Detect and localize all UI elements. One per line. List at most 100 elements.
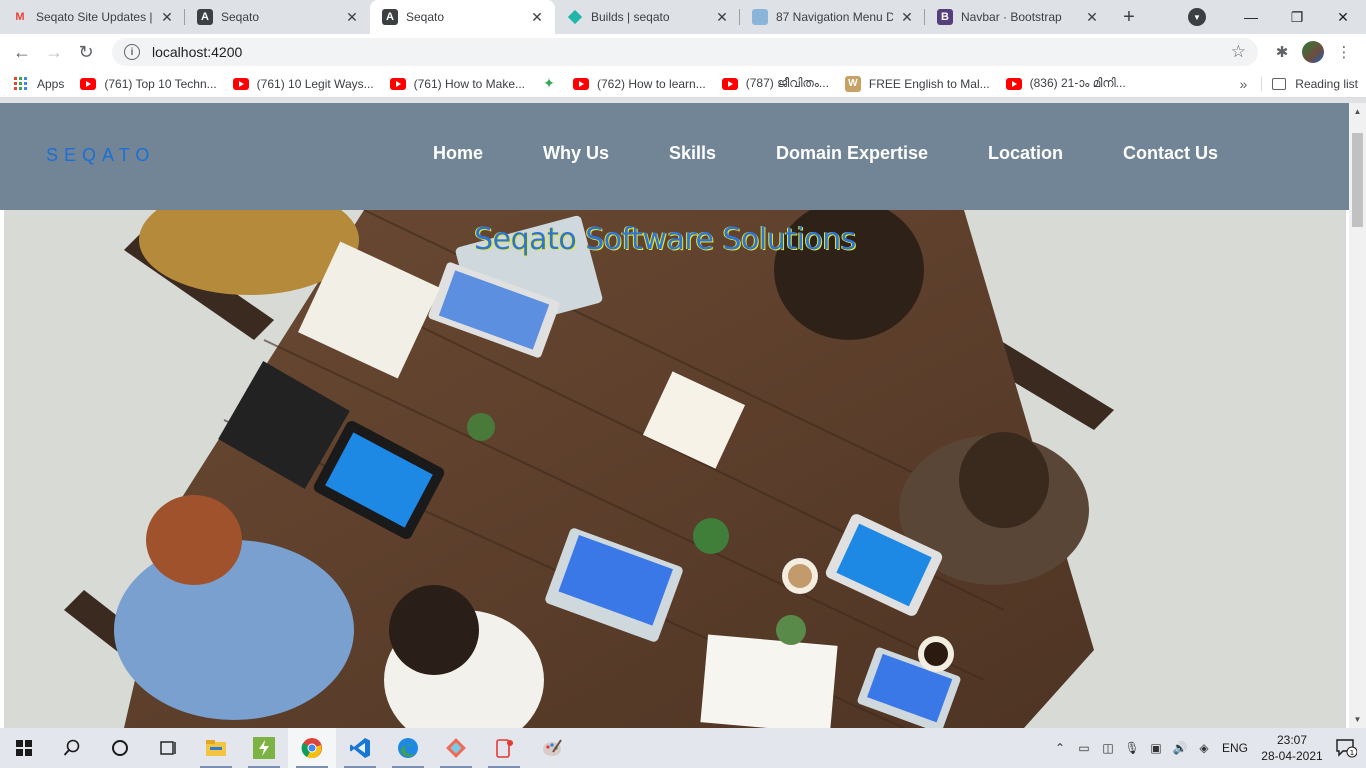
chevron-up-icon[interactable]: ⌃	[1048, 728, 1072, 768]
clock[interactable]: 23:07 28-04-2021	[1258, 732, 1326, 764]
clock-time: 23:07	[1276, 733, 1308, 747]
cortana-icon[interactable]	[96, 728, 144, 768]
bookmark-apps[interactable]: Apps	[14, 76, 64, 91]
clock-date: 28-04-2021	[1261, 749, 1323, 763]
bookmark-label: (762) How to learn...	[597, 76, 706, 91]
tab-gmail[interactable]: M Seqato Site Updates | .. ✕	[0, 0, 185, 34]
bookmark-item[interactable]: (761) Top 10 Techn...	[80, 77, 217, 91]
close-icon[interactable]: ✕	[344, 9, 360, 25]
bookmark-item[interactable]: (761) How to Make...	[389, 76, 525, 91]
nav-link-domain-expertise[interactable]: Domain Expertise	[776, 143, 928, 164]
tab-title: Navbar · Bootstrap	[961, 10, 1062, 24]
scroll-up-icon[interactable]: ▲	[1349, 103, 1366, 120]
youtube-icon	[232, 77, 249, 90]
bookmark-label: (761) 10 Legit Ways...	[256, 76, 374, 91]
back-button[interactable]: ←	[8, 38, 36, 66]
tab-strip: M Seqato Site Updates | .. ✕ A Seqato ✕ …	[0, 0, 1366, 34]
angular-icon: A	[197, 9, 213, 25]
dropbox-icon[interactable]: ◈	[1192, 728, 1216, 768]
app-green-icon[interactable]	[240, 728, 288, 768]
address-bar[interactable]: i localhost:4200 ☆	[112, 38, 1258, 66]
reading-list-button[interactable]: Reading list	[1261, 76, 1358, 91]
vscode-icon[interactable]	[336, 728, 384, 768]
tab-title: Builds | seqato	[591, 10, 670, 24]
brand-logo[interactable]: SEQATO	[46, 145, 155, 166]
tab-title: Seqato Site Updates | ..	[36, 10, 153, 24]
paint-icon[interactable]	[528, 728, 576, 768]
close-icon[interactable]: ✕	[1084, 9, 1100, 25]
search-icon[interactable]	[48, 728, 96, 768]
hero-image	[4, 210, 1346, 728]
diamond-icon	[567, 9, 583, 25]
edge-icon[interactable]	[384, 728, 432, 768]
nav-link-skills[interactable]: Skills	[669, 143, 716, 164]
menu-icon[interactable]: ⋮	[1330, 38, 1358, 66]
page-viewport: SEQATO Home Why Us Skills Domain Experti…	[0, 103, 1366, 728]
close-icon[interactable]: ✕	[159, 9, 175, 25]
file-explorer-icon[interactable]	[192, 728, 240, 768]
bookmark-item[interactable]: (787) ജീവിതം...	[721, 76, 829, 91]
w-icon: W	[844, 75, 861, 92]
url-text[interactable]: localhost:4200	[152, 44, 1231, 60]
youtube-icon	[573, 77, 589, 90]
close-icon[interactable]: ✕	[529, 9, 545, 25]
windows-taskbar: ⌃ ▭ ◫ 🎙 ▣ 🔊 ◈ ENG 23:07 28-04-2021 1	[0, 728, 1366, 768]
nav-link-why-us[interactable]: Why Us	[543, 143, 609, 164]
browser-toolbar: ← → ↻ i localhost:4200 ☆ ✱ ⋮	[0, 34, 1366, 70]
tab-builds[interactable]: Builds | seqato ✕	[555, 0, 740, 34]
tab-seqato-1[interactable]: A Seqato ✕	[185, 0, 370, 34]
bookmark-item[interactable]: (761) 10 Legit Ways...	[232, 76, 374, 91]
profile-avatar[interactable]	[1302, 41, 1324, 63]
tab-title: Seqato	[406, 10, 445, 24]
bookmark-item[interactable]: ✦	[541, 75, 557, 92]
youtube-icon	[721, 77, 738, 90]
forward-button[interactable]: →	[40, 38, 68, 66]
window-controls: ▼ — ❐ ✕	[1188, 0, 1366, 34]
extensions-icon[interactable]: ✱	[1268, 38, 1296, 66]
reading-list-icon	[1272, 77, 1287, 90]
meet-now-icon[interactable]: ◫	[1096, 728, 1120, 768]
bookmark-item[interactable]: (762) How to learn...	[573, 77, 706, 91]
tab-seqato-active[interactable]: A Seqato ✕	[370, 0, 555, 34]
task-view-icon[interactable]	[144, 728, 192, 768]
nav-link-home[interactable]: Home	[433, 143, 483, 164]
close-icon[interactable]: ✕	[899, 9, 915, 25]
reading-list-label: Reading list	[1295, 76, 1358, 91]
windows-start-icon[interactable]	[0, 728, 48, 768]
bookmark-label: (836) 21-ാം മിനി...	[1029, 76, 1126, 90]
apps-icon	[14, 76, 28, 91]
chrome-icon[interactable]	[288, 728, 336, 768]
volume-icon[interactable]: 🔊	[1168, 728, 1192, 768]
info-icon[interactable]: i	[124, 44, 140, 60]
bookmark-item[interactable]: (836) 21-ാം മിനി...	[1005, 76, 1126, 91]
nav-link-location[interactable]: Location	[988, 143, 1063, 164]
bookmark-item[interactable]: W FREE English to Mal...	[844, 75, 990, 92]
network-icon[interactable]: ▣	[1144, 728, 1168, 768]
git-icon[interactable]	[432, 728, 480, 768]
minimize-button[interactable]: —	[1228, 0, 1274, 34]
battery-icon[interactable]: ▭	[1072, 728, 1096, 768]
notification-center-icon[interactable]: 1	[1326, 728, 1366, 768]
star-icon[interactable]: ☆	[1231, 42, 1246, 62]
bookmarks-bar: Apps (761) Top 10 Techn... (761) 10 Legi…	[0, 70, 1366, 98]
reload-button[interactable]: ↻	[72, 38, 100, 66]
tab-search-icon[interactable]: ▼	[1188, 8, 1206, 26]
language-indicator[interactable]: ENG	[1216, 741, 1258, 755]
scrollbar-thumb[interactable]	[1352, 133, 1363, 227]
microphone-icon[interactable]: 🎙	[1120, 728, 1144, 768]
close-window-button[interactable]: ✕	[1320, 0, 1366, 34]
angular-icon: A	[382, 9, 398, 25]
page-scrollbar[interactable]: ▲ ▼	[1349, 103, 1366, 728]
more-bookmarks-button[interactable]: »	[1240, 76, 1248, 92]
app-red-icon[interactable]	[480, 728, 528, 768]
nav-link-contact-us[interactable]: Contact Us	[1123, 143, 1218, 164]
close-icon[interactable]: ✕	[714, 9, 730, 25]
new-tab-button[interactable]: +	[1114, 0, 1144, 34]
maximize-button[interactable]: ❐	[1274, 0, 1320, 34]
scroll-down-icon[interactable]: ▼	[1349, 711, 1366, 728]
tab-bootstrap[interactable]: B Navbar · Bootstrap ✕	[925, 0, 1110, 34]
bookmark-label: (761) How to Make...	[413, 76, 525, 91]
bookmark-label: FREE English to Mal...	[868, 76, 990, 91]
tab-navigation-menu[interactable]: 87 Navigation Menu D.. ✕	[740, 0, 925, 34]
hero-title: Seqato Software Solutions	[474, 222, 856, 257]
